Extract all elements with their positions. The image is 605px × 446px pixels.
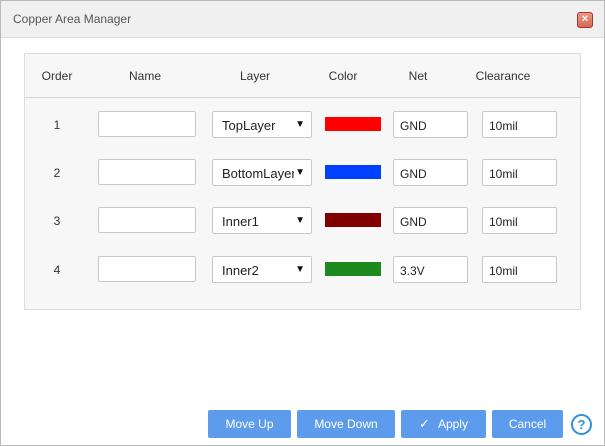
- clearance-value: 10mil: [489, 264, 518, 278]
- help-icon[interactable]: ?: [571, 414, 592, 435]
- row-order: 2: [53, 166, 61, 180]
- header-net: Net: [408, 69, 428, 83]
- table-row: 4 Inner2 ▼ 3.3V 10mil: [25, 255, 580, 285]
- header-name: Name: [128, 69, 162, 83]
- row-order: 4: [53, 263, 61, 277]
- copper-area-manager-dialog: Copper Area Manager × Order Name Layer C…: [0, 0, 605, 446]
- color-swatch[interactable]: [325, 262, 381, 276]
- move-up-button[interactable]: Move Up: [208, 410, 291, 438]
- chevron-down-icon: ▼: [295, 215, 305, 226]
- name-input[interactable]: [98, 111, 196, 137]
- row-order: 1: [53, 118, 61, 132]
- dialog-title: Copper Area Manager: [13, 12, 132, 26]
- net-input[interactable]: GND: [393, 207, 468, 234]
- name-input[interactable]: [98, 256, 196, 282]
- layer-select[interactable]: TopLayer ▼: [212, 111, 312, 138]
- title-bar: Copper Area Manager ×: [1, 1, 604, 38]
- color-swatch[interactable]: [325, 213, 381, 227]
- layer-value: Inner1: [222, 214, 259, 229]
- color-swatch[interactable]: [325, 165, 381, 179]
- close-icon[interactable]: ×: [577, 12, 593, 28]
- cancel-button[interactable]: Cancel: [492, 410, 563, 438]
- layer-select[interactable]: Inner1 ▼: [212, 207, 312, 234]
- chevron-down-icon: ▼: [295, 167, 305, 178]
- layer-select[interactable]: Inner2 ▼: [212, 256, 312, 283]
- net-value: GND: [400, 167, 427, 181]
- clearance-value: 10mil: [489, 119, 518, 133]
- check-icon: ✓: [419, 416, 430, 431]
- copper-area-table: Order Name Layer Color Net Clearance 1 T…: [24, 53, 581, 310]
- layer-value: Inner2: [222, 263, 259, 278]
- clearance-input[interactable]: 10mil: [482, 256, 557, 283]
- table-row: 1 TopLayer ▼ GND 10mil: [25, 110, 580, 140]
- header-clearance: Clearance: [475, 69, 531, 83]
- clearance-value: 10mil: [489, 167, 518, 181]
- layer-value: TopLayer: [222, 118, 276, 133]
- header-layer: Layer: [239, 69, 271, 83]
- header-color: Color: [328, 69, 358, 83]
- net-input[interactable]: GND: [393, 159, 468, 186]
- name-input[interactable]: [98, 159, 196, 185]
- net-input[interactable]: 3.3V: [393, 256, 468, 283]
- apply-button[interactable]: ✓ Apply: [401, 410, 486, 438]
- clearance-input[interactable]: 10mil: [482, 207, 557, 234]
- chevron-down-icon: ▼: [295, 264, 305, 275]
- net-input[interactable]: GND: [393, 111, 468, 138]
- color-swatch[interactable]: [325, 117, 381, 131]
- clearance-input[interactable]: 10mil: [482, 111, 557, 138]
- table-header: Order Name Layer Color Net Clearance: [25, 54, 580, 98]
- move-down-button[interactable]: Move Down: [297, 410, 395, 438]
- row-order: 3: [53, 214, 61, 228]
- layer-select[interactable]: BottomLayer ▼: [212, 159, 312, 186]
- layer-value: BottomLayer: [222, 166, 294, 181]
- clearance-input[interactable]: 10mil: [482, 159, 557, 186]
- name-input[interactable]: [98, 207, 196, 233]
- clearance-value: 10mil: [489, 215, 518, 229]
- table-row: 2 BottomLayer ▼ GND 10mil: [25, 158, 580, 188]
- net-value: 3.3V: [400, 264, 425, 278]
- apply-label: Apply: [437, 417, 468, 431]
- net-value: GND: [400, 119, 427, 133]
- chevron-down-icon: ▼: [295, 119, 305, 130]
- net-value: GND: [400, 215, 427, 229]
- table-row: 3 Inner1 ▼ GND 10mil: [25, 206, 580, 236]
- header-order: Order: [41, 69, 73, 83]
